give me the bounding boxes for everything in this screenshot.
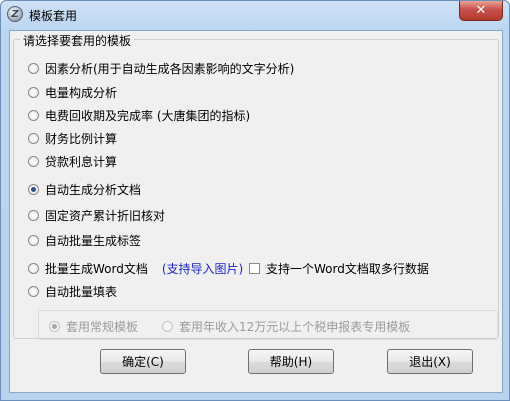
radio-icon[interactable] xyxy=(28,262,39,274)
checkbox-icon[interactable] xyxy=(249,262,260,274)
radio-icon[interactable] xyxy=(28,183,39,195)
radio-icon[interactable] xyxy=(162,320,173,332)
fill-template-subgroup: 套用常规模板 套用年收入12万元以上个税申报表专用模板 xyxy=(38,310,498,340)
close-button[interactable]: ✕ xyxy=(459,1,503,21)
option-label: 贷款利息计算 xyxy=(45,154,118,169)
option-label: 批量生成Word文档 xyxy=(45,261,148,276)
ok-button[interactable]: 确定(C) xyxy=(100,349,186,374)
radio-icon[interactable] xyxy=(28,285,39,297)
option-label: 电量构成分析 xyxy=(45,85,118,100)
sub-option-standard-template[interactable]: 套用常规模板 xyxy=(49,318,138,334)
close-icon: ✕ xyxy=(475,3,487,18)
option-label: 自动批量生成标签 xyxy=(45,233,142,248)
option-depreciation-check[interactable]: 固定资产累计折旧核对 xyxy=(28,207,165,223)
option-label: 套用常规模板 xyxy=(66,319,139,334)
option-factor-analysis[interactable]: 因素分析(用于自动生成各因素影响的文字分析) xyxy=(28,60,294,76)
app-logo-icon: Z xyxy=(7,6,23,22)
option-batch-word[interactable]: 批量生成Word文档 (支持导入图片) xyxy=(28,260,243,276)
radio-icon[interactable] xyxy=(28,234,39,246)
option-label: 因素分析(用于自动生成各因素影响的文字分析) xyxy=(45,61,295,76)
radio-icon[interactable] xyxy=(28,62,39,74)
title-bar[interactable]: Z 模板套用 ✕ xyxy=(1,1,509,29)
sub-option-tax-template[interactable]: 套用年收入12万元以上个税申报表专用模板 xyxy=(162,318,410,334)
option-label: 自动批量填表 xyxy=(45,284,118,299)
dialog-client-area: 请选择要套用的模板 因素分析(用于自动生成各因素影响的文字分析) 电量构成分析 … xyxy=(9,30,503,393)
radio-icon[interactable] xyxy=(28,86,39,98)
radio-icon[interactable] xyxy=(28,109,39,121)
option-label: 电费回收期及完成率 (大唐集团的指标) xyxy=(45,108,251,123)
exit-button[interactable]: 退出(X) xyxy=(387,349,473,374)
template-groupbox: 请选择要套用的模板 因素分析(用于自动生成各因素影响的文字分析) 电量构成分析 … xyxy=(13,32,499,340)
window-title: 模板套用 xyxy=(29,9,78,23)
word-multirow-checkbox-row[interactable]: 支持一个Word文档取多行数据 xyxy=(249,260,429,276)
option-batch-fill[interactable]: 自动批量填表 xyxy=(28,283,117,299)
option-power-composition[interactable]: 电量构成分析 xyxy=(28,84,117,100)
option-loan-interest[interactable]: 贷款利息计算 xyxy=(28,153,117,169)
option-fee-recovery[interactable]: 电费回收期及完成率 (大唐集团的指标) xyxy=(28,107,250,123)
help-button[interactable]: 帮助(H) xyxy=(248,349,334,374)
checkbox-label: 支持一个Word文档取多行数据 xyxy=(266,261,429,276)
radio-icon[interactable] xyxy=(28,155,39,167)
word-import-hint: (支持导入图片) xyxy=(161,261,244,276)
radio-icon[interactable] xyxy=(28,132,39,144)
option-label: 财务比例计算 xyxy=(45,131,118,146)
radio-icon[interactable] xyxy=(49,320,60,332)
group-legend: 请选择要套用的模板 xyxy=(20,32,135,49)
dialog-window: Z 模板套用 ✕ 请选择要套用的模板 因素分析(用于自动生成各因素影响的文字分析… xyxy=(0,0,510,401)
radio-icon[interactable] xyxy=(28,209,39,221)
option-auto-analysis-doc[interactable]: 自动生成分析文档 xyxy=(28,181,141,197)
option-label: 固定资产累计折旧核对 xyxy=(45,208,166,223)
option-financial-ratio[interactable]: 财务比例计算 xyxy=(28,130,117,146)
option-batch-labels[interactable]: 自动批量生成标签 xyxy=(28,232,141,248)
option-label: 套用年收入12万元以上个税申报表专用模板 xyxy=(179,319,411,334)
option-label: 自动生成分析文档 xyxy=(45,182,142,197)
